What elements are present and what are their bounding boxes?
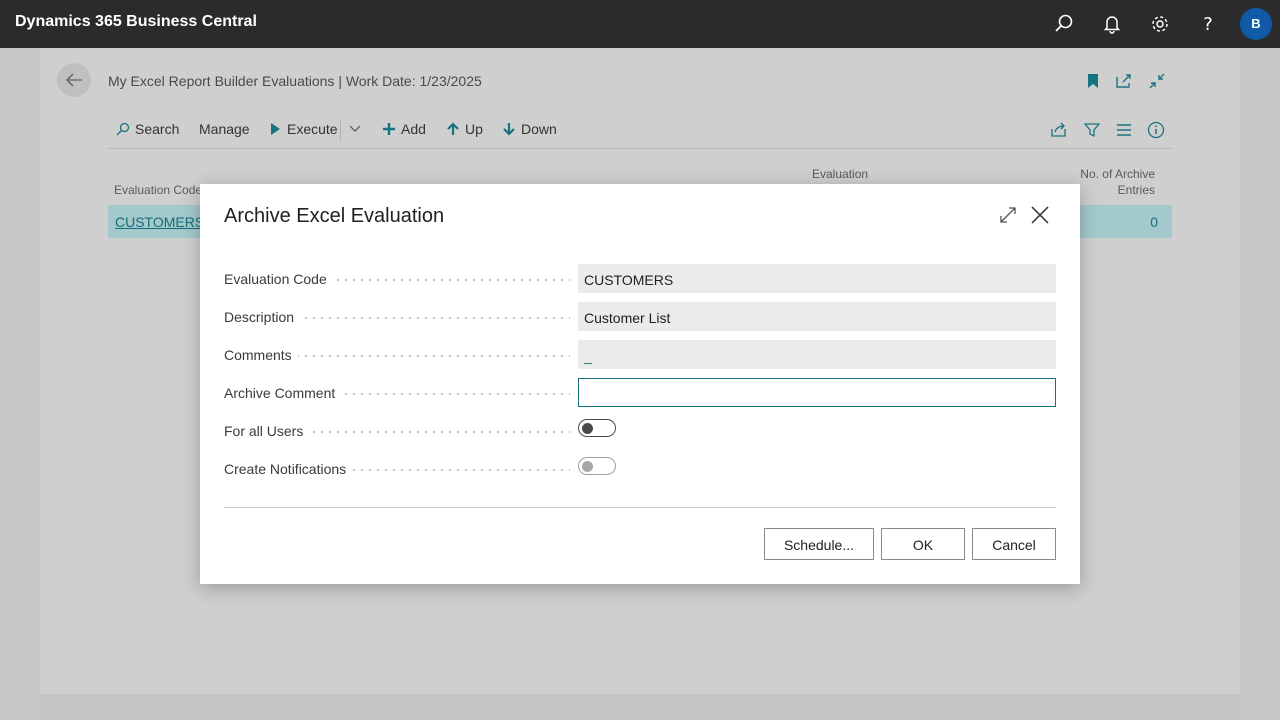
chevron-down-icon [349,125,361,132]
create-notifications-toggle[interactable] [578,457,616,475]
svg-text:?: ? [1203,14,1213,35]
help-icon[interactable]: ? [1196,12,1220,36]
close-icon[interactable] [1030,205,1050,225]
back-button[interactable] [57,63,91,97]
filter-icon[interactable] [1083,121,1101,139]
app-title[interactable]: Dynamics 365 Business Central [15,13,257,31]
add-action-label: Add [401,121,426,137]
play-icon [271,123,280,135]
execute-action[interactable]: Execute [268,121,338,137]
description-value[interactable]: Customer List [578,302,1056,331]
field-for-all-users: For all Users [224,416,1056,446]
manage-action[interactable]: Manage [199,121,250,137]
open-new-window-icon[interactable] [1115,72,1133,90]
search-action[interactable]: Search [116,121,179,137]
page-title: My Excel Report Builder Evaluations | Wo… [108,73,482,89]
list-view-icon[interactable] [1115,121,1133,139]
field-label: Description [224,309,301,325]
for-all-users-toggle[interactable] [578,419,616,437]
cancel-button[interactable]: Cancel [972,528,1056,560]
dialog-divider [224,507,1056,508]
collapse-icon[interactable] [1148,72,1166,90]
field-label: Archive Comment [224,385,342,401]
field-label: For all Users [224,423,310,439]
schedule-button[interactable]: Schedule... [764,528,874,560]
field-label: Evaluation Code [224,271,333,287]
field-create-notifications: Create Notifications [224,454,1056,484]
archive-comment-input[interactable] [578,378,1056,407]
comments-value[interactable]: _ [578,340,1056,369]
expand-icon[interactable] [998,205,1018,225]
archive-dialog: Archive Excel Evaluation Evaluation Code… [200,184,1080,584]
row-evaluation-code-link[interactable]: CUSTOMERS [115,214,204,230]
search-icon [116,122,130,136]
search-action-label: Search [135,121,180,137]
search-icon[interactable] [1052,12,1076,36]
bookmark-icon[interactable] [1084,72,1102,90]
field-evaluation-code: Evaluation Code CUSTOMERS [224,264,1056,294]
execute-action-label: Execute [287,121,338,137]
down-action[interactable]: Down [502,121,557,137]
toggle-knob [582,422,593,434]
arrow-up-icon [447,122,459,135]
action-bar: Search Manage Execute Add Up Down [108,110,1172,149]
row-archive-entries-count[interactable]: 0 [1150,214,1158,230]
share-icon[interactable] [1050,121,1068,139]
up-action[interactable]: Up [446,121,483,137]
action-separator [340,119,341,141]
evaluation-code-value[interactable]: CUSTOMERS [578,264,1056,293]
gear-icon[interactable] [1148,12,1172,36]
field-comments: Comments _ [224,340,1056,370]
manage-action-label: Manage [199,121,250,137]
field-label: Comments [224,347,298,363]
field-archive-comment: Archive Comment [224,378,1056,408]
field-description: Description Customer List [224,302,1056,332]
plus-icon [383,123,395,135]
back-arrow-icon [65,73,82,87]
avatar[interactable]: B [1240,8,1272,40]
top-bar: Dynamics 365 Business Central ? B [0,0,1280,48]
ok-button[interactable]: OK [881,528,965,560]
column-header-evaluation[interactable]: Evaluation [812,167,868,181]
info-icon[interactable] [1147,121,1165,139]
down-action-label: Down [521,121,557,137]
page-footer [40,694,1240,720]
toggle-knob [582,460,593,472]
add-action[interactable]: Add [382,121,426,137]
field-label: Create Notifications [224,461,353,477]
up-action-label: Up [465,121,483,137]
bell-icon[interactable] [1100,12,1124,36]
dialog-title: Archive Excel Evaluation [224,205,445,227]
column-header-archive-entries-line1[interactable]: No. of Archive [1080,167,1155,181]
more-actions-dropdown[interactable] [348,121,362,135]
column-header-evaluation-code[interactable]: Evaluation Code [114,183,202,197]
column-header-archive-entries-line2[interactable]: Entries [1118,183,1155,197]
arrow-down-icon [503,123,515,136]
